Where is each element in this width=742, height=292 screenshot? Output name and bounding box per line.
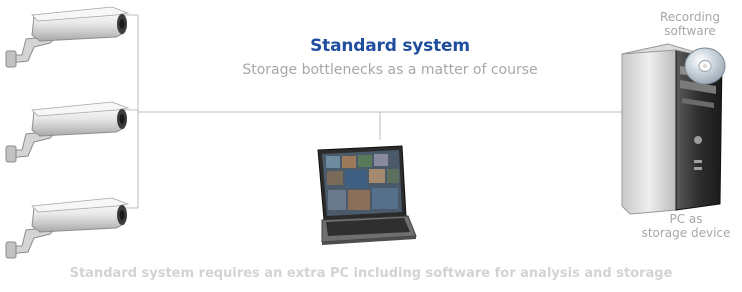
cd-icon (684, 47, 726, 85)
recording-label-line1: Recording (659, 10, 721, 24)
pc-label-line2: storage device (641, 226, 731, 240)
laptop-icon (317, 145, 417, 245)
diagram-subtitle: Storage bottlenecks as a matter of cours… (242, 62, 538, 78)
camera-icon (5, 6, 129, 68)
recording-label-line2: software (664, 24, 716, 38)
camera-icon (5, 101, 129, 163)
pc-label-line1: PC as (669, 212, 703, 226)
pc-storage-label: PC as storage device (630, 212, 742, 240)
recording-software-label: Recording software (640, 10, 740, 38)
diagram-caption: Standard system requires an extra PC inc… (69, 266, 673, 281)
camera-icon (5, 197, 129, 259)
diagram-title: Standard system (310, 36, 470, 56)
